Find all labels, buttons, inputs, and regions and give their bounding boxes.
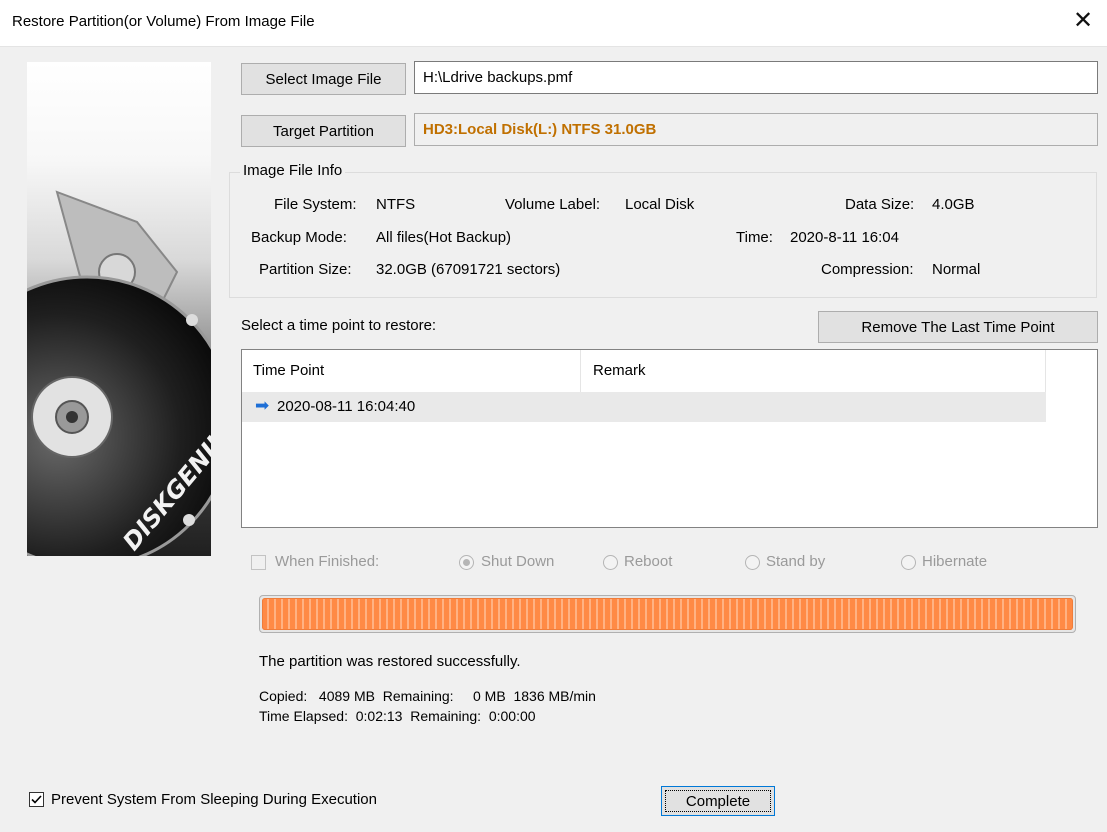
prevent-sleep-label: Prevent System From Sleeping During Exec… bbox=[51, 791, 377, 808]
reboot-radio[interactable] bbox=[603, 555, 618, 570]
compression-value: Normal bbox=[932, 261, 981, 278]
data-size-value: 4.0GB bbox=[932, 196, 975, 213]
time-stats: Time Elapsed: 0:02:13 Remaining: 0:00:00 bbox=[259, 708, 536, 724]
image-file-path-field[interactable]: H:\Ldrive backups.pmf bbox=[414, 61, 1098, 94]
image-file-info-group bbox=[229, 172, 1097, 298]
table-row[interactable]: ➡ 2020-08-11 16:04:40 bbox=[242, 392, 1046, 422]
partition-size-label: Partition Size: bbox=[259, 261, 352, 278]
column-separator[interactable] bbox=[1045, 350, 1046, 392]
arrow-right-icon: ➡ bbox=[255, 396, 270, 415]
column-header-remark[interactable]: Remark bbox=[593, 362, 646, 379]
column-header-time-point[interactable]: Time Point bbox=[253, 362, 324, 379]
time-point-list[interactable]: Time Point Remark ➡ 2020-08-11 16:04:40 bbox=[241, 349, 1098, 528]
window-title: Restore Partition(or Volume) From Image … bbox=[12, 13, 315, 30]
status-message: The partition was restored successfully. bbox=[259, 653, 521, 670]
time-label: Time: bbox=[736, 229, 773, 246]
when-finished-label: When Finished: bbox=[275, 553, 380, 570]
data-size-label: Data Size: bbox=[845, 196, 915, 213]
backup-mode-value: All files(Hot Backup) bbox=[376, 229, 512, 246]
backup-mode-label: Backup Mode: bbox=[251, 229, 347, 246]
file-system-value: NTFS bbox=[376, 196, 416, 213]
volume-label-label: Volume Label: bbox=[505, 196, 601, 213]
image-file-info-title: Image File Info bbox=[240, 162, 346, 179]
hibernate-label: Hibernate bbox=[922, 553, 988, 570]
hibernate-radio[interactable] bbox=[901, 555, 916, 570]
hard-disk-illustration: DISKGENIUS bbox=[27, 190, 211, 556]
when-finished-checkbox[interactable] bbox=[251, 555, 266, 570]
shut-down-label: Shut Down bbox=[481, 553, 555, 570]
shut-down-radio[interactable] bbox=[459, 555, 474, 570]
list-header: Time Point Remark bbox=[242, 350, 1046, 393]
time-point-prompt: Select a time point to restore: bbox=[241, 317, 437, 334]
target-partition-field: HD3:Local Disk(L:) NTFS 31.0GB bbox=[414, 113, 1098, 146]
volume-label-value: Local Disk bbox=[625, 196, 695, 213]
remove-last-time-point-button[interactable]: Remove The Last Time Point bbox=[818, 311, 1098, 343]
progress-bar bbox=[259, 595, 1076, 633]
prevent-sleep-checkbox[interactable] bbox=[29, 792, 44, 807]
reboot-label: Reboot bbox=[624, 553, 673, 570]
stand-by-label: Stand by bbox=[766, 553, 826, 570]
time-point-cell: 2020-08-11 16:04:40 bbox=[277, 398, 416, 415]
compression-label: Compression: bbox=[821, 261, 914, 278]
file-system-label: File System: bbox=[274, 196, 357, 213]
partition-size-value: 32.0GB (67091721 sectors) bbox=[376, 261, 561, 278]
checkmark-icon bbox=[31, 795, 42, 804]
time-value: 2020-8-11 16:04 bbox=[790, 229, 899, 246]
stand-by-radio[interactable] bbox=[745, 555, 760, 570]
diskgenius-hard-disk-image: DISKGENIUS bbox=[27, 62, 211, 556]
target-partition-button[interactable]: Target Partition bbox=[241, 115, 406, 147]
column-separator[interactable] bbox=[580, 350, 581, 392]
complete-button[interactable]: Complete bbox=[661, 786, 775, 816]
title-bar: Restore Partition(or Volume) From Image … bbox=[0, 0, 1107, 47]
close-icon[interactable]: ✕ bbox=[1069, 7, 1097, 35]
focus-ring bbox=[665, 790, 771, 812]
select-image-file-button[interactable]: Select Image File bbox=[241, 63, 406, 95]
progress-fill bbox=[262, 598, 1073, 630]
copied-stats: Copied: 4089 MB Remaining: 0 MB 1836 MB/… bbox=[259, 688, 596, 704]
